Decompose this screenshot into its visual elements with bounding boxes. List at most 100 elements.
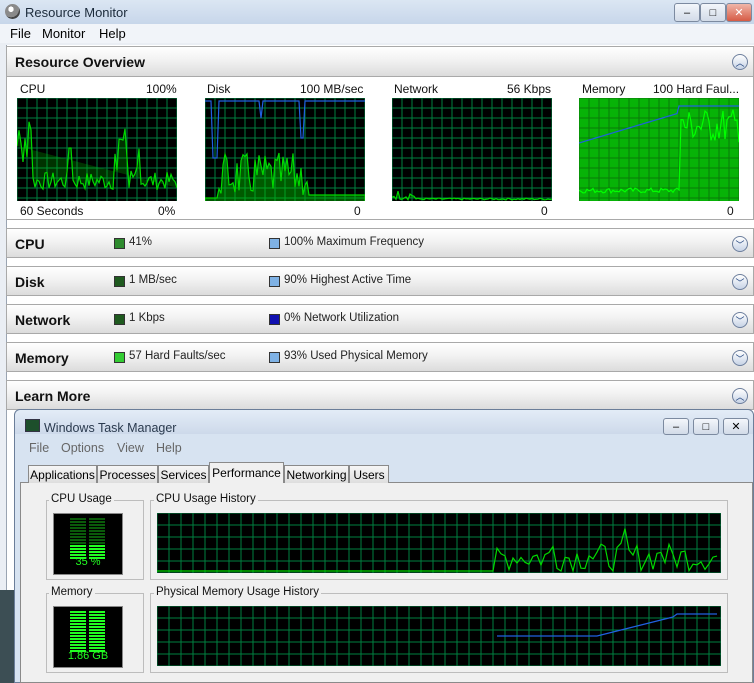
- meter-segment: [89, 524, 105, 526]
- meter-segment: [70, 635, 86, 637]
- meter-segment: [89, 629, 105, 631]
- meter-segment: [70, 617, 86, 619]
- meter-segment: [70, 620, 86, 622]
- maximize-button[interactable]: □: [700, 3, 726, 22]
- meter-segment: [89, 635, 105, 637]
- task-manager-icon: [25, 419, 40, 432]
- tm-restore-button[interactable]: □: [693, 418, 719, 435]
- disk-section-title: Disk: [15, 274, 45, 290]
- meter-segment: [70, 551, 86, 553]
- network-section-header[interactable]: Network 1 Kbps 0% Network Utilization ﹀: [6, 304, 754, 334]
- meter-segment: [70, 542, 86, 544]
- tm-menu-view[interactable]: View: [117, 441, 144, 455]
- network-graph-label: Network: [394, 82, 439, 96]
- memory-history-graph: [157, 606, 721, 666]
- memory-graph-footer-right: 0: [727, 204, 734, 218]
- meter-segment: [89, 533, 105, 535]
- network-legend-blue-icon: [269, 314, 280, 325]
- tab-networking[interactable]: Networking: [284, 465, 349, 483]
- meter-segment: [70, 524, 86, 526]
- meter-segment: [89, 626, 105, 628]
- meter-segment: [89, 614, 105, 616]
- resource-overview-title: Resource Overview: [15, 54, 145, 70]
- menu-monitor[interactable]: Monitor: [42, 26, 85, 41]
- resource-overview-header[interactable]: Resource Overview ︿: [6, 46, 754, 77]
- memory-legend-blue-icon: [269, 352, 280, 363]
- meter-segment: [89, 530, 105, 532]
- meter-segment: [89, 632, 105, 634]
- expand-chevron-icon[interactable]: ﹀: [732, 236, 748, 252]
- memory-section-header[interactable]: Memory 57 Hard Faults/sec 93% Used Physi…: [6, 342, 754, 372]
- meter-segment: [70, 614, 86, 616]
- network-throughput-value: 1 Kbps: [129, 312, 165, 324]
- meter-segment: [70, 548, 86, 550]
- tm-menu-options[interactable]: Options: [61, 441, 104, 455]
- meter-segment: [70, 518, 86, 520]
- meter-segment: [89, 638, 105, 640]
- network-graph-max: 56 Kbps: [507, 82, 552, 96]
- meter-segment: [89, 539, 105, 541]
- memory-label: Memory: [49, 586, 95, 598]
- tm-minimize-button[interactable]: –: [663, 418, 689, 435]
- memory-graph-max: 100 Hard Faul...: [653, 82, 740, 96]
- meter-segment: [70, 629, 86, 631]
- memory-used-value: 93% Used Physical Memory: [284, 350, 428, 362]
- meter-segment: [89, 611, 105, 613]
- meter-segment: [89, 548, 105, 550]
- meter-segment: [70, 641, 86, 643]
- desktop-background: [0, 590, 14, 683]
- learn-more-header[interactable]: Learn More ︿: [6, 380, 754, 410]
- disk-throughput-value: 1 MB/sec: [129, 274, 177, 286]
- meter-segment: [89, 620, 105, 622]
- meter-segment: [89, 617, 105, 619]
- close-button[interactable]: ✕: [726, 3, 752, 22]
- disk-legend-blue-icon: [269, 276, 280, 287]
- tab-performance[interactable]: Performance: [209, 462, 284, 483]
- tm-menu-file[interactable]: File: [29, 441, 49, 455]
- cpu-graph: [17, 98, 177, 201]
- meter-segment: [70, 530, 86, 532]
- expand-chevron-icon[interactable]: ﹀: [732, 312, 748, 328]
- network-graph-footer-right: 0: [541, 204, 548, 218]
- meter-segment: [70, 533, 86, 535]
- collapse-chevron-icon[interactable]: ︿: [732, 388, 748, 404]
- meter-segment: [70, 539, 86, 541]
- cpu-utilization-value: 41%: [129, 236, 153, 248]
- tab-applications[interactable]: Applications: [28, 465, 97, 483]
- menu-help[interactable]: Help: [99, 26, 126, 41]
- cpu-section-header[interactable]: CPU 41% 100% Maximum Frequency ﹀: [6, 228, 754, 258]
- tab-processes[interactable]: Processes: [97, 465, 158, 483]
- memory-meter: 1.86 GB: [53, 606, 123, 668]
- network-section-title: Network: [15, 312, 71, 328]
- disk-section-header[interactable]: Disk 1 MB/sec 90% Highest Active Time ﹀: [6, 266, 754, 296]
- memory-graph: [579, 98, 739, 201]
- meter-segment: [70, 626, 86, 628]
- collapse-chevron-icon[interactable]: ︿: [732, 54, 748, 70]
- tab-users[interactable]: Users: [349, 465, 389, 483]
- menu-file[interactable]: File: [10, 26, 31, 41]
- meter-segment: [70, 611, 86, 613]
- cpu-usage-value: 35 %: [75, 556, 101, 568]
- memory-legend-green-icon: [114, 352, 125, 363]
- meter-segment: [70, 644, 86, 646]
- network-graph: [392, 98, 552, 201]
- tm-close-button[interactable]: ✕: [723, 418, 749, 435]
- meter-segment: [89, 641, 105, 643]
- disk-graph: [205, 98, 365, 201]
- meter-segment: [89, 647, 105, 649]
- meter-segment: [70, 521, 86, 523]
- minimize-button[interactable]: –: [674, 3, 700, 22]
- disk-active-time-value: 90% Highest Active Time: [284, 274, 412, 286]
- disk-graph-footer-right: 0: [354, 204, 361, 218]
- expand-chevron-icon[interactable]: ﹀: [732, 350, 748, 366]
- tm-menu-help[interactable]: Help: [156, 441, 182, 455]
- meter-segment: [70, 536, 86, 538]
- cpu-graph-footer-left: 60 Seconds: [20, 204, 84, 218]
- cpu-graph-label: CPU: [20, 82, 46, 96]
- meter-segment: [89, 545, 105, 547]
- cpu-frequency-value: 100% Maximum Frequency: [284, 236, 424, 248]
- expand-chevron-icon[interactable]: ﹀: [732, 274, 748, 290]
- tab-services[interactable]: Services: [158, 465, 209, 483]
- meter-segment: [70, 623, 86, 625]
- cpu-legend-green-icon: [114, 238, 125, 249]
